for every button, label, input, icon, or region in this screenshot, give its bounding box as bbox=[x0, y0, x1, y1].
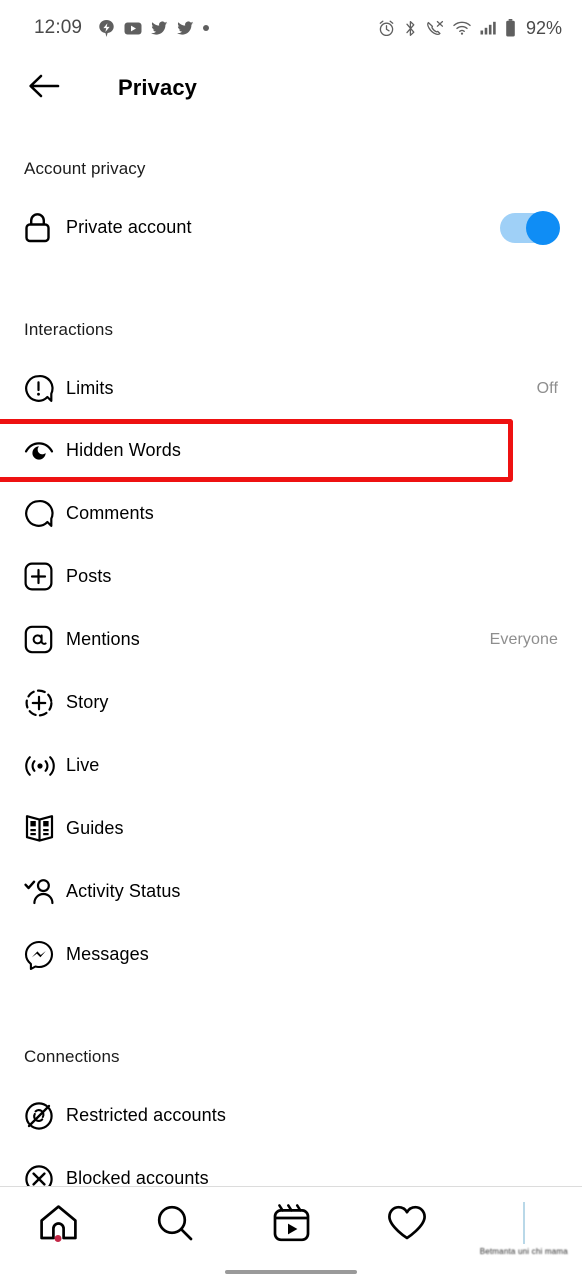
row-label-story: Story bbox=[66, 692, 109, 712]
section-connections: Connections Restricted accounts Blocked … bbox=[0, 1008, 582, 1186]
row-label-hidden-words: Hidden Words bbox=[66, 440, 181, 460]
private-account-toggle[interactable] bbox=[500, 210, 560, 245]
section-account-privacy: Account privacy Private account bbox=[0, 120, 582, 281]
row-blocked-accounts[interactable]: Blocked accounts bbox=[0, 1147, 582, 1186]
row-activity-status[interactable]: Activity Status bbox=[0, 860, 582, 923]
row-private-account[interactable]: Private account bbox=[0, 196, 582, 259]
wifi-icon bbox=[453, 21, 471, 35]
row-label-limits: Limits bbox=[66, 378, 114, 398]
youtube-icon bbox=[124, 22, 142, 35]
row-label-private-account: Private account bbox=[66, 217, 192, 237]
row-label-blocked-accounts: Blocked accounts bbox=[66, 1168, 209, 1186]
battery-icon bbox=[505, 19, 516, 37]
profile-caption: Betmanta uni chi mama bbox=[479, 1247, 568, 1256]
live-broadcast-icon bbox=[24, 753, 58, 779]
row-label-restricted-accounts: Restricted accounts bbox=[66, 1105, 226, 1125]
toggle-knob bbox=[526, 210, 560, 245]
lock-icon bbox=[24, 212, 58, 243]
app-header: Privacy bbox=[0, 56, 582, 120]
twitter-icon bbox=[151, 20, 168, 36]
blocked-account-icon bbox=[24, 1164, 58, 1186]
row-label-live: Live bbox=[66, 755, 100, 775]
guides-book-icon bbox=[24, 814, 58, 843]
section-interactions: Interactions Limits Off Hidden Words Com… bbox=[0, 281, 582, 1008]
phone-screen: 12:09 92% Privacy Account privacy Privat… bbox=[0, 0, 582, 1286]
status-bar-right: 92% bbox=[378, 18, 562, 39]
row-label-mentions: Mentions bbox=[66, 629, 140, 649]
row-value-mentions: Everyone bbox=[489, 630, 558, 648]
row-label-comments: Comments bbox=[66, 503, 154, 523]
dot-icon bbox=[203, 25, 210, 31]
alarm-icon bbox=[378, 20, 395, 37]
cellular-signal-icon bbox=[480, 21, 496, 35]
search-icon bbox=[156, 1204, 194, 1242]
home-notification-badge bbox=[54, 1235, 62, 1242]
person-check-icon bbox=[24, 878, 58, 905]
row-messages[interactable]: Messages bbox=[0, 923, 582, 986]
settings-content: Account privacy Private account Interact bbox=[0, 120, 582, 1186]
bottom-navigation-bar: Betmanta uni chi mama bbox=[0, 1186, 582, 1258]
row-hidden-words[interactable]: Hidden Words bbox=[0, 419, 513, 482]
reels-icon bbox=[273, 1203, 310, 1242]
hidden-words-icon bbox=[24, 438, 58, 464]
messenger-icon bbox=[24, 940, 58, 970]
at-sign-icon bbox=[24, 625, 58, 654]
nav-item-reels[interactable] bbox=[233, 1187, 349, 1258]
row-mentions[interactable]: Mentions Everyone bbox=[0, 608, 582, 671]
section-title-account-privacy: Account privacy bbox=[24, 159, 146, 178]
row-restricted-accounts[interactable]: Restricted accounts bbox=[0, 1084, 582, 1147]
section-title-connections: Connections bbox=[24, 1047, 120, 1066]
row-value-limits: Off bbox=[536, 379, 558, 397]
home-indicator[interactable] bbox=[225, 1270, 357, 1274]
twitter-icon bbox=[177, 20, 194, 36]
row-label-messages: Messages bbox=[66, 944, 149, 964]
row-label-activity-status: Activity Status bbox=[66, 881, 181, 901]
nav-item-activity[interactable] bbox=[349, 1187, 465, 1258]
row-label-guides: Guides bbox=[66, 818, 124, 838]
status-notification-icons bbox=[98, 19, 210, 38]
call-mute-icon bbox=[426, 20, 444, 37]
plus-square-icon bbox=[24, 562, 58, 591]
status-bar-left: 12:09 bbox=[34, 17, 210, 39]
row-limits[interactable]: Limits Off bbox=[0, 357, 582, 420]
system-gesture-bar bbox=[0, 1258, 582, 1286]
row-guides[interactable]: Guides bbox=[0, 797, 582, 860]
profile-avatar-icon bbox=[522, 1201, 525, 1244]
restricted-account-icon bbox=[24, 1101, 58, 1131]
row-live[interactable]: Live bbox=[0, 734, 582, 797]
section-title-interactions: Interactions bbox=[24, 320, 114, 339]
row-posts[interactable]: Posts bbox=[0, 545, 582, 608]
battery-percent-label: 92% bbox=[525, 17, 562, 38]
notification-badge-icon bbox=[98, 19, 115, 38]
status-bar: 12:09 92% bbox=[0, 0, 582, 56]
status-clock: 12:09 bbox=[34, 17, 83, 38]
row-story[interactable]: Story bbox=[0, 671, 582, 734]
comment-bubble-icon bbox=[24, 499, 58, 529]
story-plus-icon bbox=[24, 688, 58, 718]
bluetooth-icon bbox=[404, 20, 417, 37]
arrow-left-icon bbox=[28, 73, 60, 104]
nav-item-search[interactable] bbox=[116, 1187, 232, 1258]
heart-icon bbox=[387, 1205, 427, 1241]
nav-item-profile[interactable]: Betmanta uni chi mama bbox=[466, 1187, 582, 1258]
row-label-posts: Posts bbox=[66, 566, 112, 586]
row-comments[interactable]: Comments bbox=[0, 482, 582, 545]
exclamation-bubble-icon bbox=[24, 374, 58, 404]
nav-item-home[interactable] bbox=[0, 1187, 116, 1258]
page-title: Privacy bbox=[118, 75, 197, 100]
back-button[interactable] bbox=[24, 68, 64, 108]
